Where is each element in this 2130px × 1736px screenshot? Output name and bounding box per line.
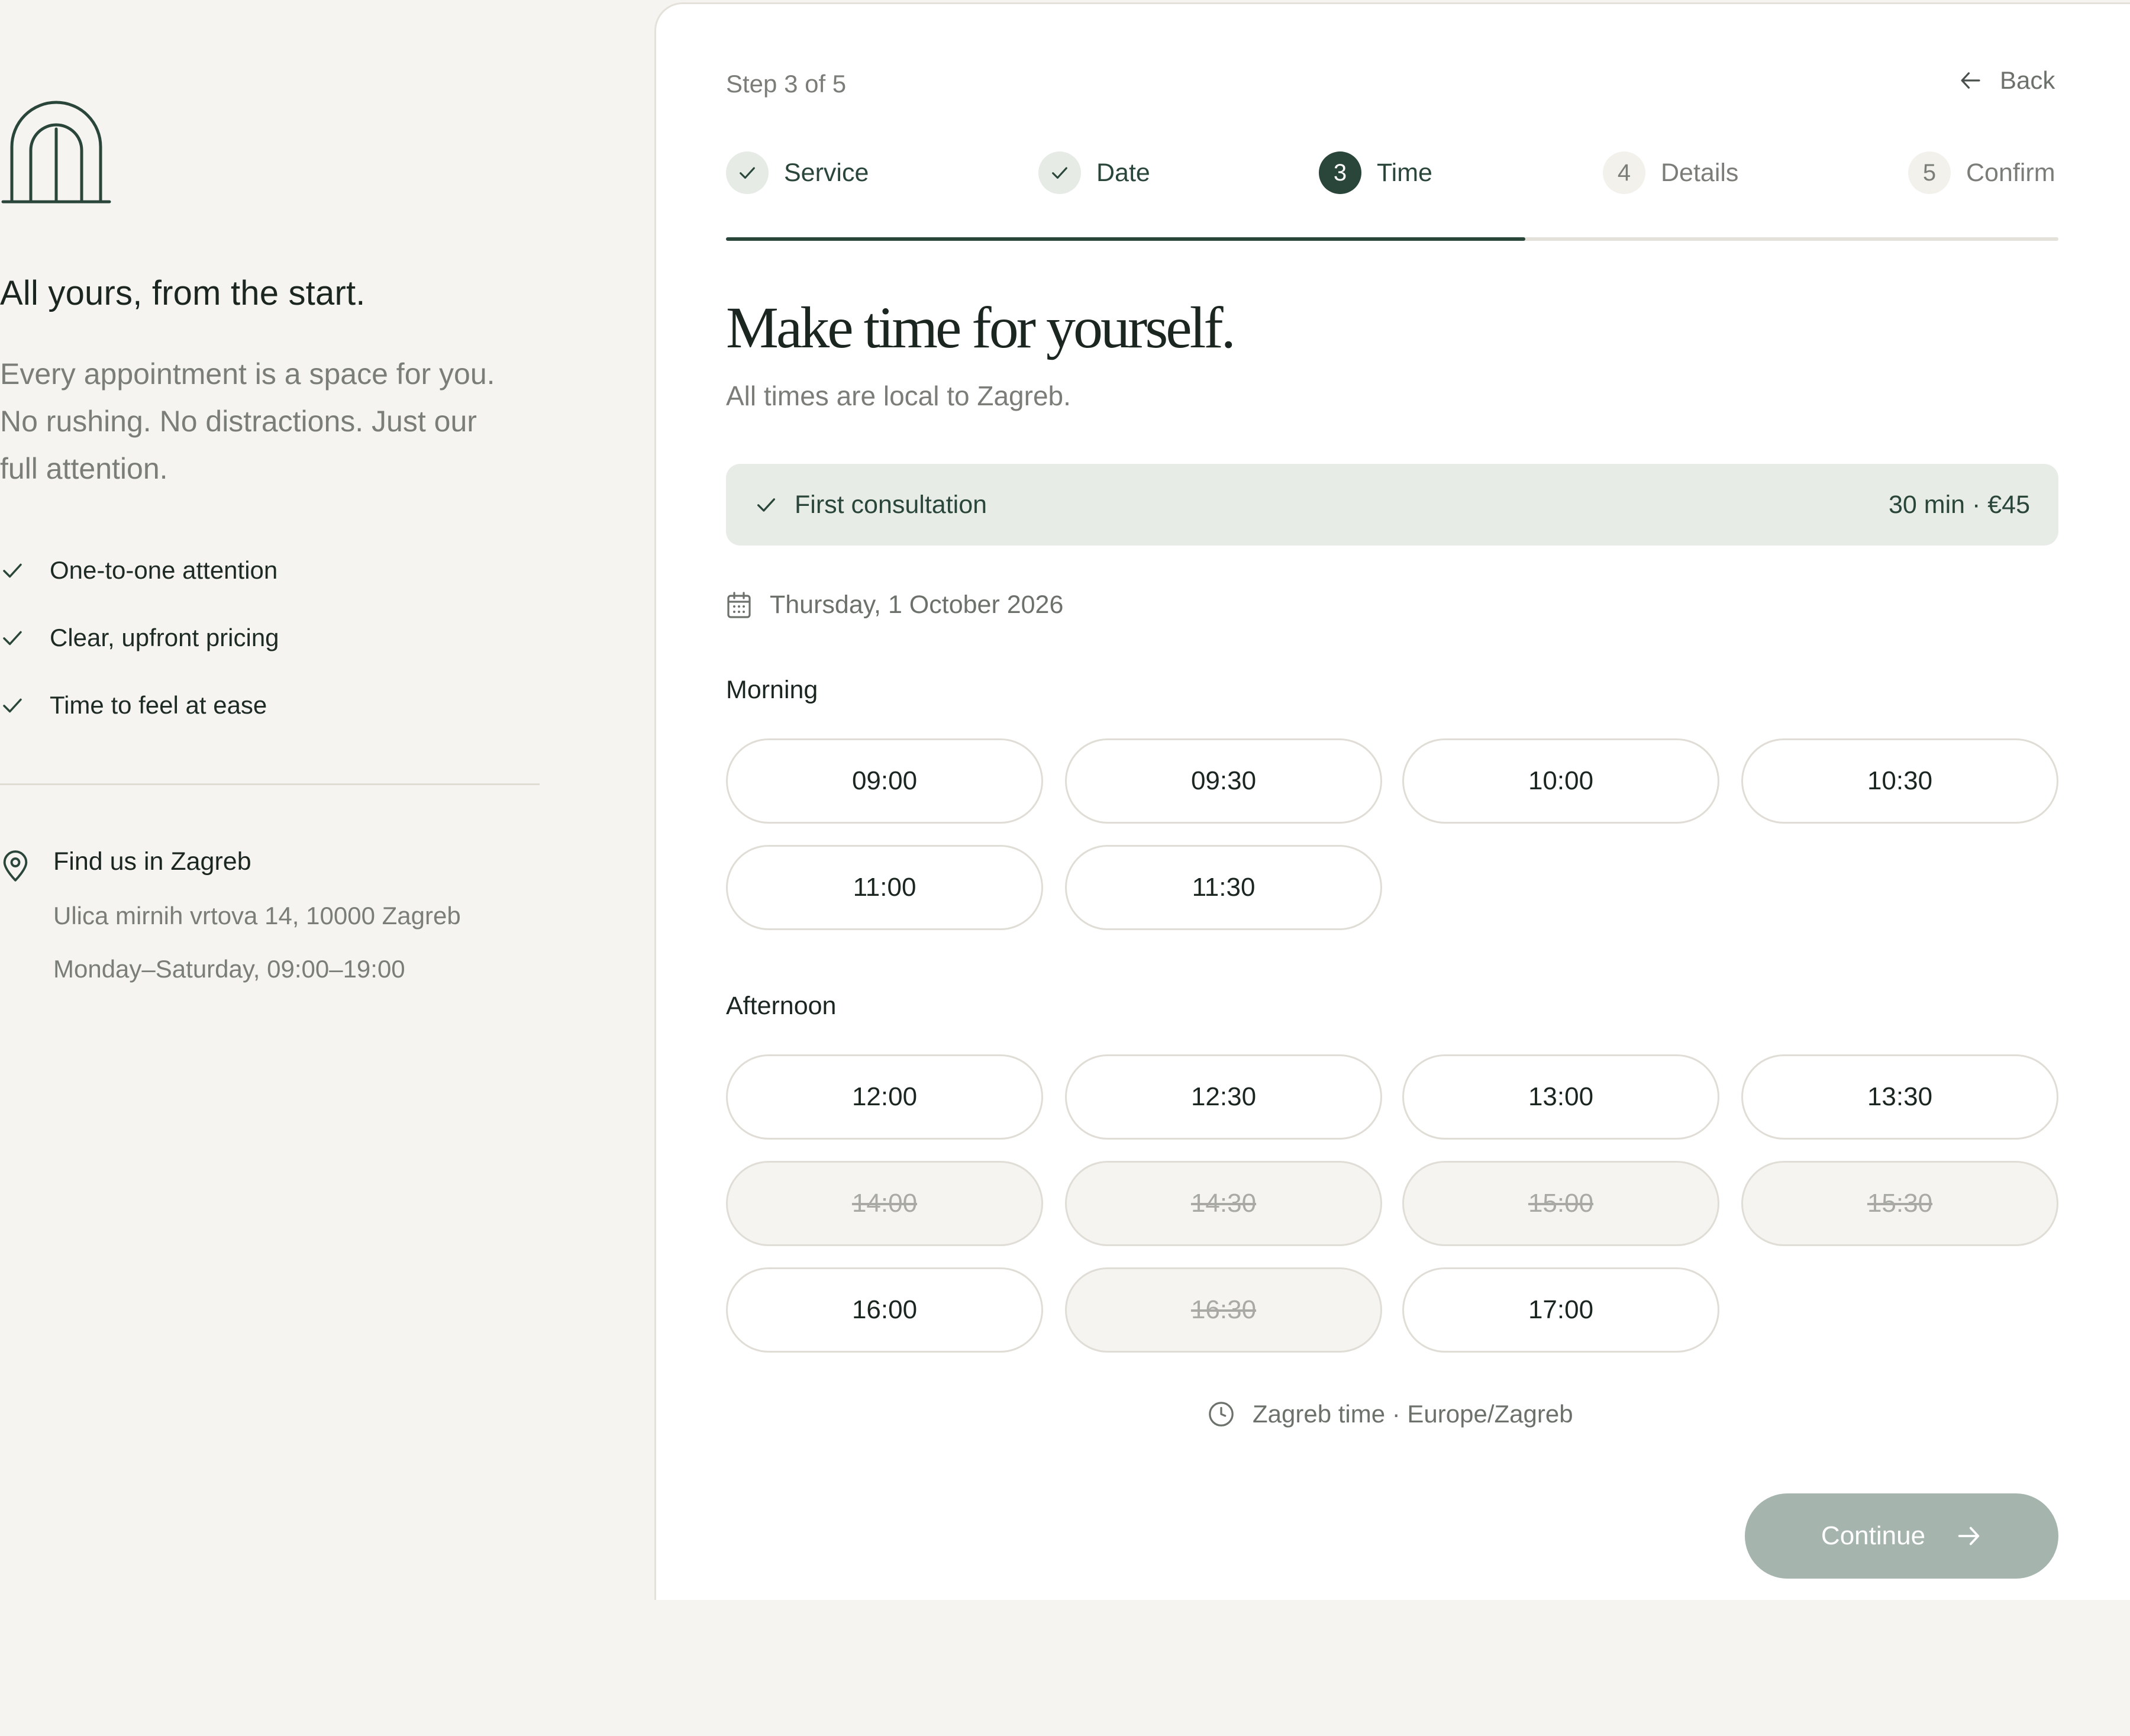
feature-label: Time to feel at ease <box>50 691 267 719</box>
step-date[interactable]: Date <box>1038 151 1150 194</box>
location-title: Find us in Zagreb <box>53 847 251 876</box>
step-confirm: 5 Confirm <box>1908 151 2055 194</box>
back-label: Back <box>2000 66 2055 94</box>
step-label: Date <box>1096 158 1150 187</box>
morning-heading: Morning <box>726 676 818 704</box>
intro-line: No rushing. No distractions. Just our <box>0 405 477 438</box>
date-label: Thursday, 1 October 2026 <box>770 591 1064 619</box>
arrow-right-icon <box>1958 1527 1980 1545</box>
time-slot[interactable]: 10:00 <box>1402 738 1719 824</box>
time-slot[interactable]: 11:30 <box>1065 845 1382 930</box>
back-button[interactable]: Back <box>1958 66 2055 95</box>
afternoon-heading: Afternoon <box>726 992 837 1020</box>
step-label: Time <box>1377 158 1432 187</box>
page-title: Make time for yourself. <box>726 295 1236 360</box>
service-name: First consultation <box>795 490 987 519</box>
page-subtitle: All times are local to Zagreb. <box>726 380 1071 411</box>
time-slot[interactable]: 10:30 <box>1741 738 2058 824</box>
divider <box>0 783 540 785</box>
time-slot-unavailable: 14:00 <box>726 1161 1043 1246</box>
progress-bar <box>726 237 2058 241</box>
time-slot-unavailable: 14:30 <box>1065 1161 1382 1246</box>
step-badge: 3 <box>1319 151 1361 194</box>
step-counter: Step 3 of 5 <box>726 70 847 98</box>
step-service[interactable]: Service <box>726 151 869 194</box>
feature-label: Clear, upfront pricing <box>50 624 279 651</box>
clock-icon <box>1209 1402 1234 1427</box>
time-slot[interactable]: 13:30 <box>1741 1054 2058 1140</box>
continue-button[interactable]: Continue <box>1745 1493 2058 1579</box>
check-icon <box>757 498 775 512</box>
step-badge <box>726 151 769 194</box>
intro-text: Every appointment is a space for you. No… <box>0 350 532 492</box>
progress-bar-fill <box>726 237 1526 241</box>
continue-label: Continue <box>1821 1521 1926 1550</box>
time-slot[interactable]: 16:00 <box>726 1267 1043 1353</box>
time-slot[interactable]: 09:00 <box>726 738 1043 824</box>
step-badge <box>1038 151 1081 194</box>
time-slot[interactable]: 12:00 <box>726 1054 1043 1140</box>
selected-date: Thursday, 1 October 2026 <box>726 591 1063 619</box>
time-slot[interactable]: 13:00 <box>1402 1054 1719 1140</box>
feature-item: One-to-one attention <box>0 556 277 585</box>
feature-item: Time to feel at ease <box>0 691 267 719</box>
timezone-note: Zagreb time · Europe/Zagreb <box>1208 1400 1573 1428</box>
arch-logo-icon <box>1 101 111 204</box>
check-icon <box>3 563 22 578</box>
step-details: 4 Details <box>1603 151 1738 194</box>
time-slot-unavailable: 15:30 <box>1741 1161 2058 1246</box>
step-label: Confirm <box>1966 158 2055 187</box>
intro-line: full attention. <box>0 452 168 485</box>
arrow-left-icon <box>1961 72 1980 89</box>
check-icon <box>740 167 755 179</box>
step-label: Details <box>1661 158 1739 187</box>
time-slot-unavailable: 15:00 <box>1402 1161 1719 1246</box>
step-time: 3 Time <box>1319 151 1432 194</box>
check-icon <box>3 631 22 646</box>
map-pin-icon <box>3 850 28 882</box>
step-badge: 5 <box>1908 151 1951 194</box>
calendar-icon <box>727 591 751 618</box>
step-badge: 4 <box>1603 151 1645 194</box>
service-duration-price: 30 min · €45 <box>1888 490 2030 519</box>
check-icon <box>1052 167 1067 179</box>
time-slot[interactable]: 11:00 <box>726 845 1043 930</box>
selected-service-banner: First consultation 30 min · €45 <box>726 464 2058 546</box>
feature-item: Clear, upfront pricing <box>0 624 279 652</box>
opening-hours: Monday–Saturday, 09:00–19:00 <box>53 955 405 983</box>
time-slot-unavailable: 16:30 <box>1065 1267 1382 1353</box>
check-icon <box>3 698 22 713</box>
time-slot[interactable]: 17:00 <box>1402 1267 1719 1353</box>
time-slot[interactable]: 12:30 <box>1065 1054 1382 1140</box>
location-address: Ulica mirnih vrtova 14, 10000 Zagreb <box>53 902 461 930</box>
time-slot[interactable]: 09:30 <box>1065 738 1382 824</box>
intro-line: Every appointment is a space for you. <box>0 357 495 391</box>
timezone-label: Zagreb time · Europe/Zagreb <box>1253 1400 1573 1428</box>
feature-label: One-to-one attention <box>50 556 278 584</box>
step-label: Service <box>784 158 869 187</box>
service-summary: First consultation <box>754 491 987 519</box>
tagline: All yours, from the start. <box>0 274 366 312</box>
